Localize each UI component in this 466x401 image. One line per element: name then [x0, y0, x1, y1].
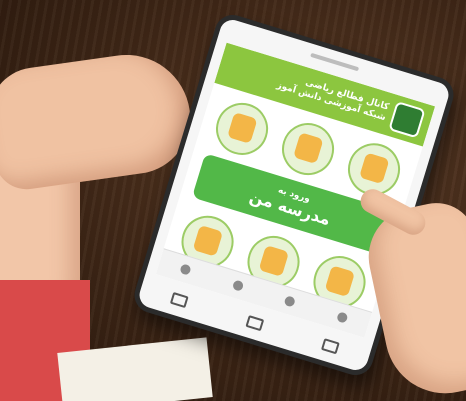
- back-icon[interactable]: [321, 338, 341, 355]
- app-logo-icon: [388, 101, 426, 139]
- home-icon[interactable]: [179, 263, 192, 276]
- photo: کانال فطالع ریاضی شبکه آموزشی دانش آموز …: [0, 0, 466, 401]
- settings-icon[interactable]: [335, 311, 349, 324]
- user-icon[interactable]: [283, 295, 297, 308]
- recent-apps-icon[interactable]: [169, 291, 189, 309]
- tablet-speaker: [310, 52, 360, 72]
- star-icon[interactable]: [231, 279, 245, 292]
- menu-item-icon[interactable]: [275, 116, 341, 182]
- app-title: کانال فطالع ریاضی شبکه آموزشی دانش آموز: [275, 70, 391, 124]
- home-button-icon[interactable]: [245, 315, 265, 332]
- menu-item-icon[interactable]: [209, 96, 275, 162]
